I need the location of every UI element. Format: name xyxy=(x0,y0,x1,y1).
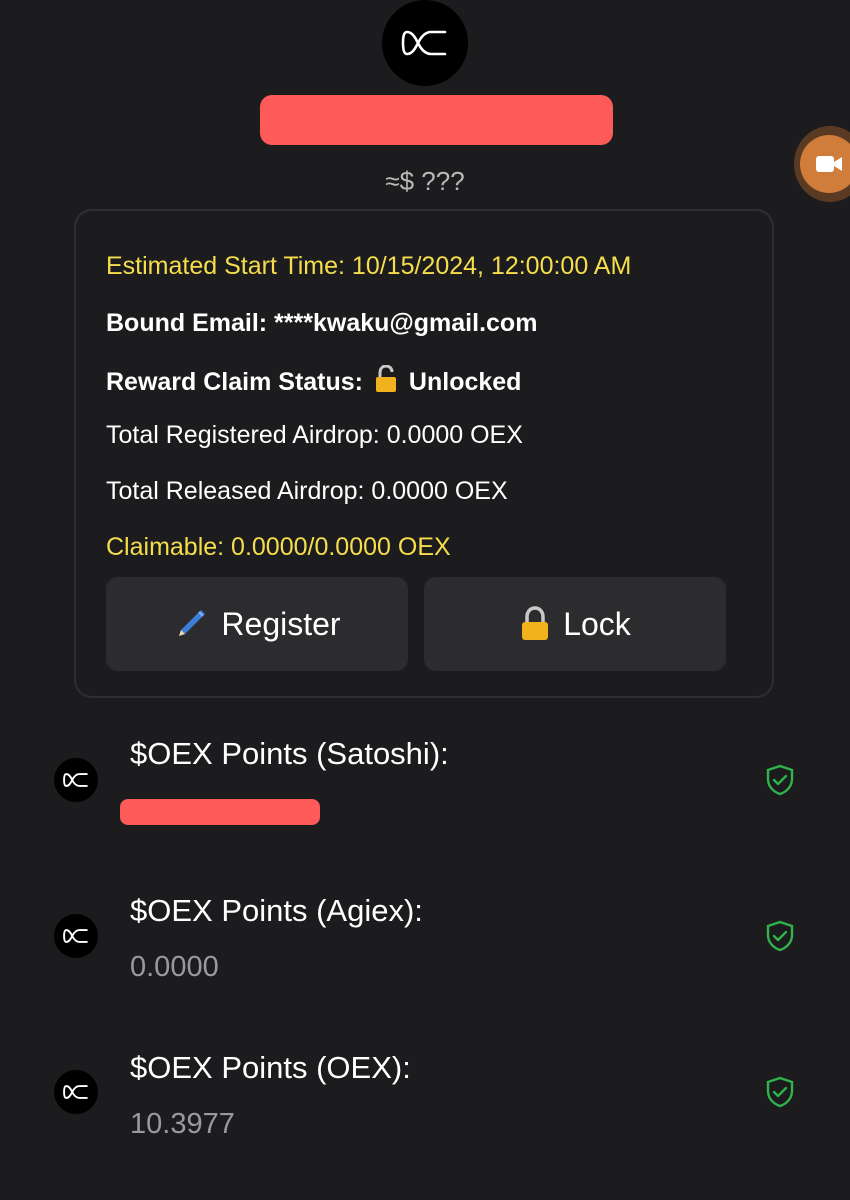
approx-usd-value: ≈$ ??? xyxy=(385,166,465,196)
oex-logo-small xyxy=(54,1070,98,1114)
airdrop-page: ≈$ ??? Estimated Start Time: 10/15/2024,… xyxy=(0,0,850,1200)
total-registered-airdrop: Total Registered Airdrop: 0.0000 OEX xyxy=(106,421,523,449)
lock-button[interactable]: Lock xyxy=(424,577,726,671)
video-camera-icon xyxy=(816,156,842,172)
lock-icon xyxy=(522,606,549,640)
claim-status-label: Reward Claim Status: xyxy=(106,368,364,396)
claim-status-value: Unlocked xyxy=(408,368,522,396)
oex-logo-small xyxy=(54,914,98,958)
verified-shield-icon xyxy=(766,920,794,952)
oex-logo-icon xyxy=(63,1085,88,1099)
points-title: $OEX Points (OEX): xyxy=(130,1050,411,1085)
oex-logo-icon xyxy=(401,30,447,56)
oex-logo xyxy=(382,0,468,86)
points-title: $OEX Points (Satoshi): xyxy=(130,736,449,771)
oex-logo-icon xyxy=(63,929,88,943)
estimated-start-time: Estimated Start Time: 10/15/2024, 12:00:… xyxy=(106,252,632,280)
pen-icon xyxy=(179,610,206,636)
points-value: 0.0000 xyxy=(130,951,219,983)
oex-logo-icon xyxy=(63,773,88,787)
lock-label: Lock xyxy=(563,605,631,642)
points-value: 10.3977 xyxy=(130,1108,235,1140)
register-label: Register xyxy=(221,605,341,642)
total-released-airdrop: Total Released Airdrop: 0.0000 OEX xyxy=(106,477,508,505)
airdrop-info-card: Estimated Start Time: 10/15/2024, 12:00:… xyxy=(74,209,774,698)
redacted-balance xyxy=(260,95,613,145)
register-button[interactable]: Register xyxy=(106,577,408,671)
unlocked-padlock-icon xyxy=(374,364,398,400)
points-title: $OEX Points (Agiex): xyxy=(130,893,423,928)
reward-claim-status: Reward Claim Status: Unlocked xyxy=(106,364,522,400)
claimable-amount: Claimable: 0.0000/0.0000 OEX xyxy=(106,533,451,561)
verified-shield-icon xyxy=(766,1076,794,1108)
redacted-points-value xyxy=(120,799,320,825)
verified-shield-icon xyxy=(766,764,794,796)
oex-logo-small xyxy=(54,758,98,802)
bound-email: Bound Email: ****kwaku@gmail.com xyxy=(106,309,538,337)
